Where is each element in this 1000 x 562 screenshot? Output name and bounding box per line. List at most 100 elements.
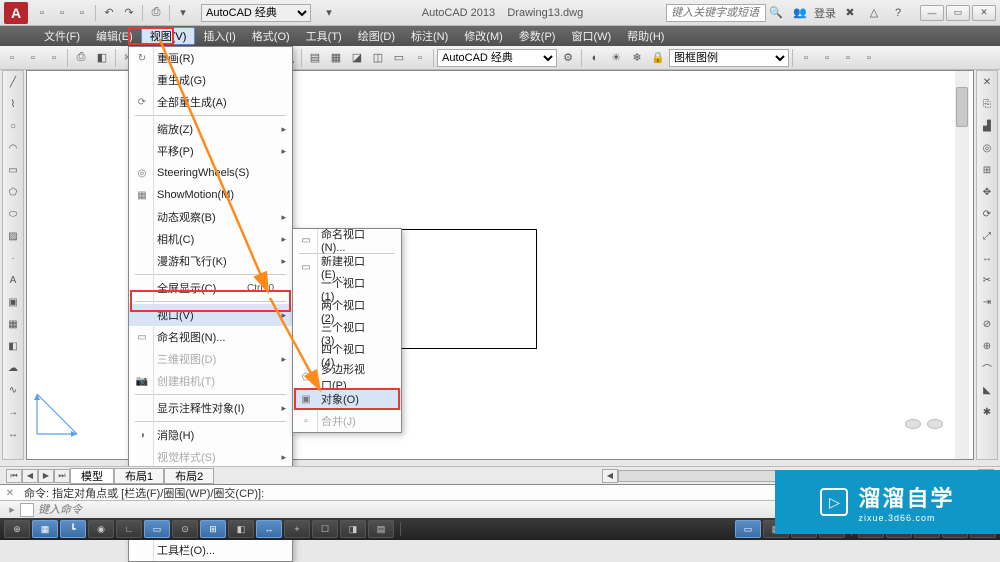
menu-named-views[interactable]: ▭命名视图(N)...: [129, 326, 292, 348]
vtb-fillet-icon[interactable]: ⌒: [977, 358, 997, 378]
tb-d-icon[interactable]: ▫: [859, 48, 879, 68]
sb-osnap-icon[interactable]: ▭: [144, 520, 170, 538]
vtb-rotate-icon[interactable]: ⟳: [977, 204, 997, 224]
tab-last-icon[interactable]: ⏭: [54, 469, 70, 483]
search-icon[interactable]: 🔍: [767, 4, 785, 22]
menu-file[interactable]: 文件(F): [36, 27, 88, 45]
tb-b-icon[interactable]: ▫: [817, 48, 837, 68]
viewcube-placeholder[interactable]: [905, 419, 943, 429]
vtb-spline-icon[interactable]: ∿: [3, 380, 23, 400]
vtb-table-icon[interactable]: ▦: [3, 314, 23, 334]
vtb-line-icon[interactable]: ╱: [3, 72, 23, 92]
menu-steering[interactable]: ◎SteeringWheels(S): [129, 162, 292, 184]
menu-insert[interactable]: 插入(I): [195, 27, 243, 45]
qat-redo-icon[interactable]: ↷: [120, 4, 138, 22]
vtb-erase-icon[interactable]: ✕: [977, 72, 997, 92]
menu-fullscreen[interactable]: 全屏显示(C)Ctrl+0: [129, 277, 292, 299]
sb-sc-icon[interactable]: ▤: [368, 520, 394, 538]
tb-sheet-icon[interactable]: ▭: [389, 48, 409, 68]
menu-annot-scale[interactable]: 显示注释性对象(I)▸: [129, 397, 292, 419]
sb-lwt-icon[interactable]: +: [284, 520, 310, 538]
vertical-scrollbar[interactable]: [955, 71, 969, 459]
menu-walkfly[interactable]: 漫游和飞行(K)▸: [129, 250, 292, 272]
menu-format[interactable]: 格式(O): [244, 27, 298, 45]
maximize-button[interactable]: ▭: [946, 5, 970, 21]
submenu-named[interactable]: ▭命名视口(N)...: [293, 229, 401, 251]
vtb-xline-icon[interactable]: ↔: [3, 424, 23, 444]
tab-layout2[interactable]: 布局2: [164, 468, 214, 484]
menu-help[interactable]: 帮助(H): [619, 27, 672, 45]
minimize-button[interactable]: —: [920, 5, 944, 21]
app-logo[interactable]: A: [4, 2, 28, 24]
vtb-scale-icon[interactable]: ⤢: [977, 226, 997, 246]
vtb-point-icon[interactable]: ·: [3, 248, 23, 268]
menu-parametric[interactable]: 参数(P): [511, 27, 564, 45]
tab-first-icon[interactable]: ⏮: [6, 469, 22, 483]
qat-undo-icon[interactable]: ↶: [100, 4, 118, 22]
vtb-break-icon[interactable]: ⊘: [977, 314, 997, 334]
menu-dimension[interactable]: 标注(N): [403, 27, 456, 45]
vtb-region-icon[interactable]: ◧: [3, 336, 23, 356]
menu-viewport[interactable]: 视口(V)▸: [129, 304, 292, 326]
tb-preview-icon[interactable]: ◧: [92, 48, 112, 68]
tb-layer-icon[interactable]: ▤: [305, 48, 325, 68]
sb-3dosnap-icon[interactable]: ⊙: [172, 520, 198, 538]
tb-layer2-icon[interactable]: ☀: [606, 48, 626, 68]
menu-zoom[interactable]: 缩放(Z)▸: [129, 118, 292, 140]
sb-otrack-icon[interactable]: ⊞: [200, 520, 226, 538]
sb-ortho-icon[interactable]: ◉: [88, 520, 114, 538]
vtb-ray-icon[interactable]: →: [3, 402, 23, 422]
vtb-join-icon[interactable]: ⊕: [977, 336, 997, 356]
cmd-badge-icon[interactable]: [20, 503, 34, 517]
menu-camera[interactable]: 相机(C)▸: [129, 228, 292, 250]
tb-tool-icon[interactable]: ◫: [368, 48, 388, 68]
linetype-select[interactable]: 图框图例: [669, 49, 789, 67]
menu-hide[interactable]: ◑消隐(H): [129, 424, 292, 446]
tab-model[interactable]: 模型: [70, 468, 114, 484]
close-button[interactable]: ✕: [972, 5, 996, 21]
tab-prev-icon[interactable]: ◀: [22, 469, 38, 483]
sb-model-icon[interactable]: ▭: [735, 520, 761, 538]
vtb-pline-icon[interactable]: ⌇: [3, 94, 23, 114]
vtb-offset-icon[interactable]: ◎: [977, 138, 997, 158]
vtb-arc-icon[interactable]: ◠: [3, 138, 23, 158]
menu-edit[interactable]: 编辑(E): [88, 27, 141, 45]
vtb-rect-icon[interactable]: ▭: [3, 160, 23, 180]
tb-save-icon[interactable]: ▫: [44, 48, 64, 68]
tab-hscroll-left-icon[interactable]: ◀: [602, 469, 618, 483]
menu-redraw[interactable]: ↻重画(R): [129, 47, 292, 69]
vtb-stretch-icon[interactable]: ↔: [977, 248, 997, 268]
qat-open-icon[interactable]: ▫: [53, 4, 71, 22]
vtb-extend-icon[interactable]: ⇥: [977, 292, 997, 312]
tb-design-icon[interactable]: ◪: [347, 48, 367, 68]
vtb-hatch-icon[interactable]: ▨: [3, 226, 23, 246]
menu-tools[interactable]: 工具(T): [298, 27, 350, 45]
menu-orbit[interactable]: 动态观察(B)▸: [129, 206, 292, 228]
vtb-trim-icon[interactable]: ✂: [977, 270, 997, 290]
tb-c-icon[interactable]: ▫: [838, 48, 858, 68]
submenu-polygonal[interactable]: ⬠多边形视口(P): [293, 366, 401, 388]
menu-regen-all[interactable]: ⟳全部重生成(A): [129, 91, 292, 113]
qat-new-icon[interactable]: ▫: [33, 4, 51, 22]
sb-tpy-icon[interactable]: ☐: [312, 520, 338, 538]
vtb-ellipse-icon[interactable]: ⬭: [3, 204, 23, 224]
vtb-array-icon[interactable]: ⊞: [977, 160, 997, 180]
vtb-chamfer-icon[interactable]: ◣: [977, 380, 997, 400]
tb-layer3-icon[interactable]: ❄: [627, 48, 647, 68]
tb-new-icon[interactable]: ▫: [2, 48, 22, 68]
sb-snap-icon[interactable]: ▦: [32, 520, 58, 538]
vtb-text-icon[interactable]: A: [3, 270, 23, 290]
login-label[interactable]: 登录: [814, 5, 836, 21]
help-icon[interactable]: ?: [889, 4, 907, 22]
search-input[interactable]: [666, 4, 766, 22]
submenu-object[interactable]: ▣对象(O): [293, 388, 401, 410]
menu-toolbars[interactable]: 工具栏(O)...: [129, 539, 292, 561]
qat-save-icon[interactable]: ▫: [73, 4, 91, 22]
menu-draw[interactable]: 绘图(D): [350, 27, 403, 45]
qat-print-icon[interactable]: ⎙: [147, 4, 165, 22]
exchange-icon[interactable]: ✖: [841, 4, 859, 22]
menu-modify[interactable]: 修改(M): [456, 27, 511, 45]
tab-next-icon[interactable]: ▶: [38, 469, 54, 483]
qat-workspace-icon[interactable]: ▾: [320, 4, 338, 22]
sb-infer-icon[interactable]: ⊕: [4, 520, 30, 538]
